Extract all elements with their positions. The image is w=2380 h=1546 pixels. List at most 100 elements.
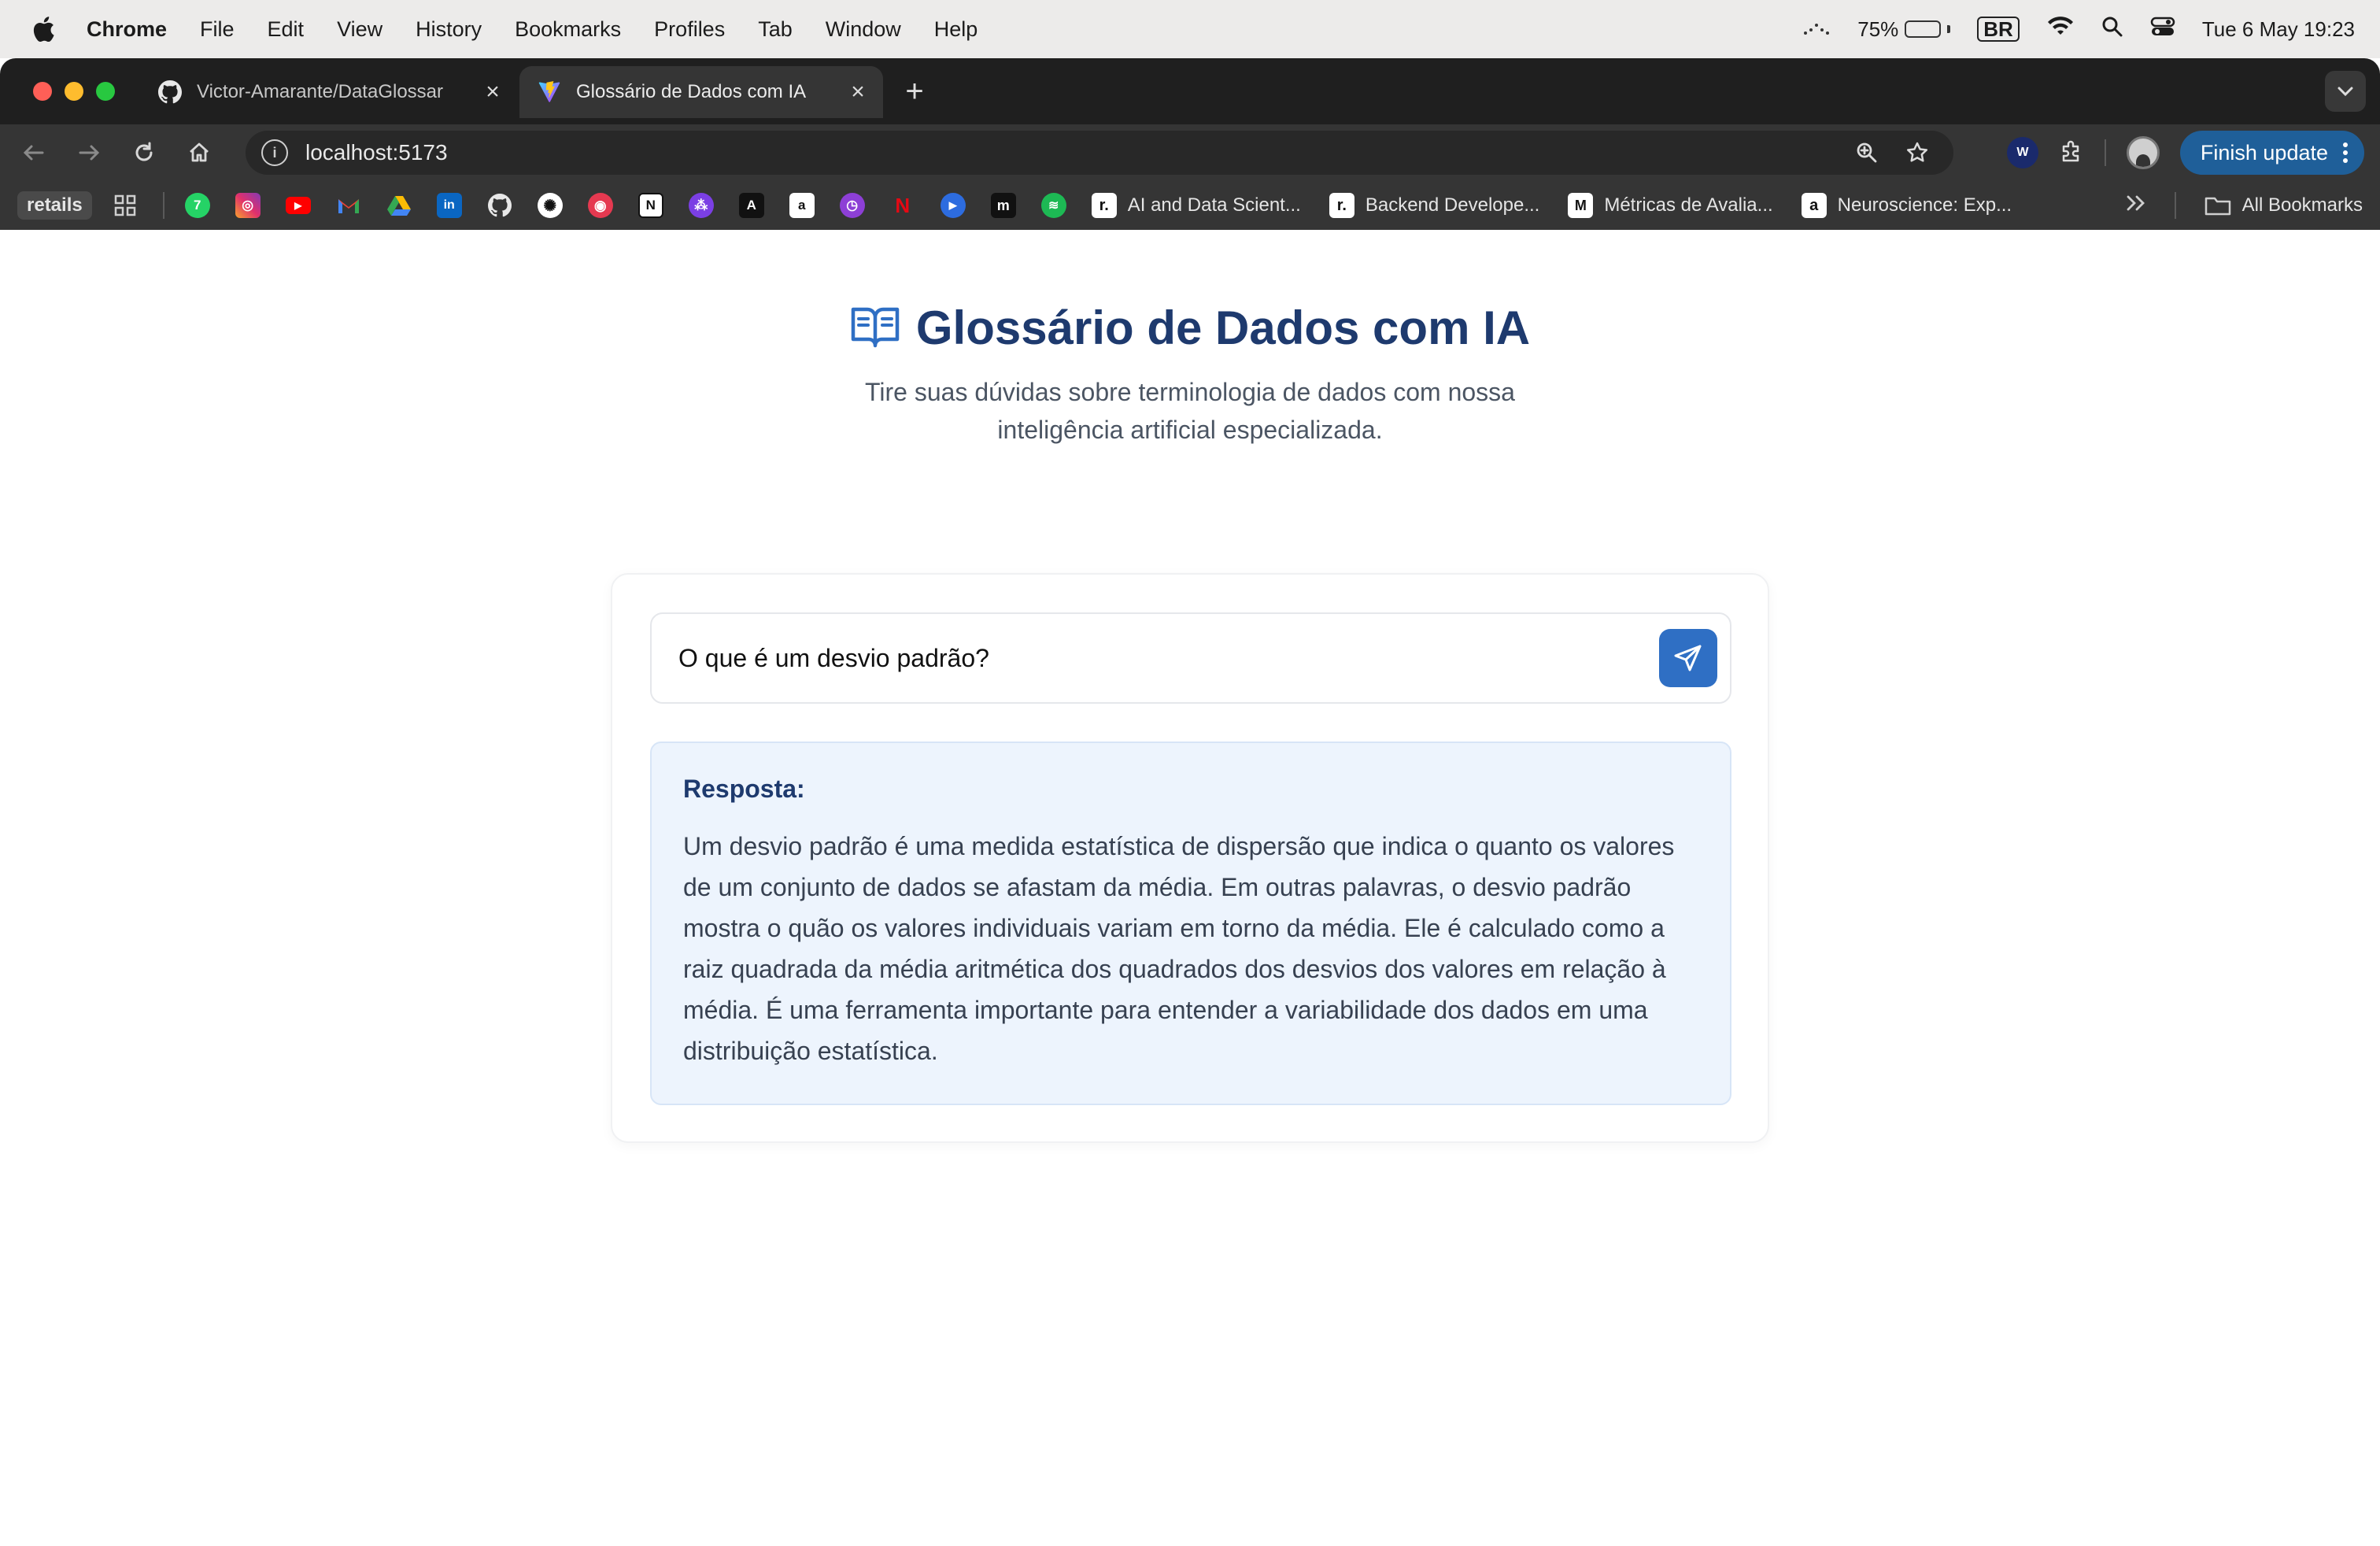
subtitle-line: inteligência artificial especializada. [997, 416, 1383, 444]
window-maximize-button[interactable] [96, 82, 115, 101]
profile-avatar[interactable] [2126, 136, 2160, 169]
notes-icon[interactable]: A [738, 193, 764, 218]
menu-view[interactable]: View [337, 17, 382, 42]
more-vert-icon[interactable] [2342, 141, 2349, 165]
medium-icon[interactable]: m [990, 193, 1016, 218]
all-bookmarks-label: All Bookmarks [2241, 194, 2363, 216]
bookmark-metricas[interactable]: M Métricas de Avalia... [1568, 193, 1773, 218]
youtube-icon[interactable]: ▶ [285, 197, 311, 214]
notion-icon[interactable]: N [638, 193, 663, 218]
bookmark-folder-chip[interactable]: retails [17, 191, 92, 220]
wifi-icon[interactable] [2046, 16, 2075, 43]
battery-status[interactable]: 75% [1857, 17, 1951, 42]
question-input[interactable] [678, 643, 1659, 673]
bookmark-star-icon[interactable] [1900, 135, 1935, 170]
ai-app-icon[interactable]: ⁂ [688, 193, 714, 218]
window-close-button[interactable] [33, 82, 52, 101]
bookmark-backend-developer[interactable]: r. Backend Develope... [1329, 193, 1539, 218]
gmail-icon[interactable] [336, 193, 361, 218]
bookmarks-overflow-chevron-icon[interactable] [2126, 194, 2146, 217]
back-arrow-icon[interactable] [13, 131, 55, 174]
home-icon[interactable] [178, 131, 220, 174]
menu-tab[interactable]: Tab [758, 17, 793, 42]
bookmark-label: AI and Data Scient... [1127, 194, 1301, 216]
menu-profiles[interactable]: Profiles [654, 17, 725, 42]
menu-window[interactable]: Window [826, 17, 901, 42]
menu-edit[interactable]: Edit [268, 17, 305, 42]
whatsapp-icon[interactable]: 7 [184, 193, 210, 218]
tab-close-icon[interactable]: × [482, 79, 504, 105]
r-icon: r. [1091, 193, 1117, 218]
answer-label: Resposta: [683, 775, 805, 803]
reload-icon[interactable] [123, 131, 165, 174]
bookmark-ai-data-science[interactable]: r. AI and Data Scient... [1091, 193, 1301, 218]
toolbar-right: W Finish update [2006, 131, 2364, 175]
extensions-puzzle-icon[interactable] [2059, 139, 2084, 168]
spotify-icon[interactable]: ≋ [1040, 193, 1066, 218]
address-bar[interactable]: i localhost:5173 [246, 131, 1953, 175]
send-button[interactable] [1659, 629, 1717, 687]
bookmarks-bar-right: All Bookmarks [2126, 181, 2363, 230]
macos-menu-bar: Chrome File Edit View History Bookmarks … [0, 0, 2380, 58]
new-tab-plus-icon[interactable]: + [897, 74, 932, 109]
m-icon: M [1568, 193, 1594, 218]
amazon-icon: a [1801, 193, 1827, 218]
site-info-icon[interactable]: i [261, 139, 288, 166]
menu-file[interactable]: File [200, 17, 235, 42]
apple-icon[interactable] [31, 16, 55, 43]
clock-icon[interactable]: ◷ [839, 193, 865, 218]
zoom-icon[interactable] [1850, 135, 1884, 170]
netflix-icon[interactable]: N [890, 193, 915, 218]
apps-grid-icon[interactable] [113, 193, 138, 218]
bookmarks-bar: retails 7 ◎ ▶ in ✺ ◉ N ⁂ A a ◷ N ▶ m ≋ r… [0, 181, 2380, 230]
menu-app-name[interactable]: Chrome [87, 17, 167, 42]
activity-icon[interactable] [1802, 17, 1831, 42]
question-form [650, 612, 1731, 704]
tab-strip: Victor-Amarante/DataGlossar × Glossário … [0, 58, 2380, 124]
window-minimize-button[interactable] [65, 82, 83, 101]
tab-title: Victor-Amarante/DataGlossar [197, 81, 444, 102]
forward-arrow-icon[interactable] [68, 131, 110, 174]
page-title: Glossário de Dados com IA [915, 301, 1531, 354]
folder-icon [2204, 197, 2230, 216]
spotlight-search-icon[interactable] [2101, 16, 2123, 43]
url-text[interactable]: localhost:5173 [305, 140, 1834, 165]
window-controls [33, 82, 115, 101]
tab-github[interactable]: Victor-Amarante/DataGlossar × [140, 66, 518, 118]
google-drive-icon[interactable] [386, 193, 412, 218]
menu-history[interactable]: History [416, 17, 482, 42]
amazon-icon[interactable]: a [789, 193, 815, 218]
bookmark-neuroscience[interactable]: a Neuroscience: Exp... [1801, 193, 2012, 218]
target-icon[interactable]: ◉ [587, 193, 613, 218]
instagram-icon[interactable]: ◎ [235, 193, 261, 218]
web-page: Glossário de Dados com IA Tire suas dúvi… [0, 230, 2380, 1546]
all-bookmarks-button[interactable]: All Bookmarks [2204, 194, 2363, 216]
menu-bar-clock[interactable]: Tue 6 May 19:23 [2202, 17, 2355, 42]
tab-title: Glossário de Dados com IA [576, 81, 807, 102]
input-source-badge[interactable]: BR [1977, 17, 2020, 42]
battery-icon [1905, 20, 1942, 38]
page-subtitle: Tire suas dúvidas sobre terminologia de … [0, 373, 2380, 449]
linkedin-icon[interactable]: in [436, 193, 462, 218]
chatgpt-icon[interactable]: ✺ [537, 193, 563, 218]
play-icon[interactable]: ▶ [940, 193, 966, 218]
bookmark-label: Neuroscience: Exp... [1837, 194, 2012, 216]
tab-close-icon[interactable]: × [847, 79, 869, 105]
glossary-card: Resposta: Um desvio padrão é uma medida … [611, 573, 1769, 1143]
github-icon[interactable] [487, 193, 512, 218]
page-header: Glossário de Dados com IA [0, 301, 2380, 355]
extension-w-icon[interactable]: W [2006, 137, 2038, 168]
tab-search-chevron-icon[interactable] [2325, 71, 2366, 112]
menu-bar-status-area: 75% BR Tue 6 May 19:23 [1802, 0, 2355, 58]
menu-bookmarks[interactable]: Bookmarks [515, 17, 621, 42]
send-icon [1674, 645, 1702, 671]
finish-update-button[interactable]: Finish update [2179, 131, 2364, 175]
browser-toolbar: i localhost:5173 W Finish update [0, 124, 2380, 181]
tab-glossario[interactable]: Glossário de Dados com IA × [519, 66, 883, 118]
subtitle-line: Tire suas dúvidas sobre terminologia de … [865, 378, 1515, 406]
r-icon: r. [1329, 193, 1354, 218]
menu-help[interactable]: Help [934, 17, 978, 42]
control-center-icon[interactable] [2150, 16, 2175, 43]
answer-panel: Resposta: Um desvio padrão é uma medida … [650, 742, 1731, 1105]
battery-percent: 75% [1857, 17, 1899, 41]
